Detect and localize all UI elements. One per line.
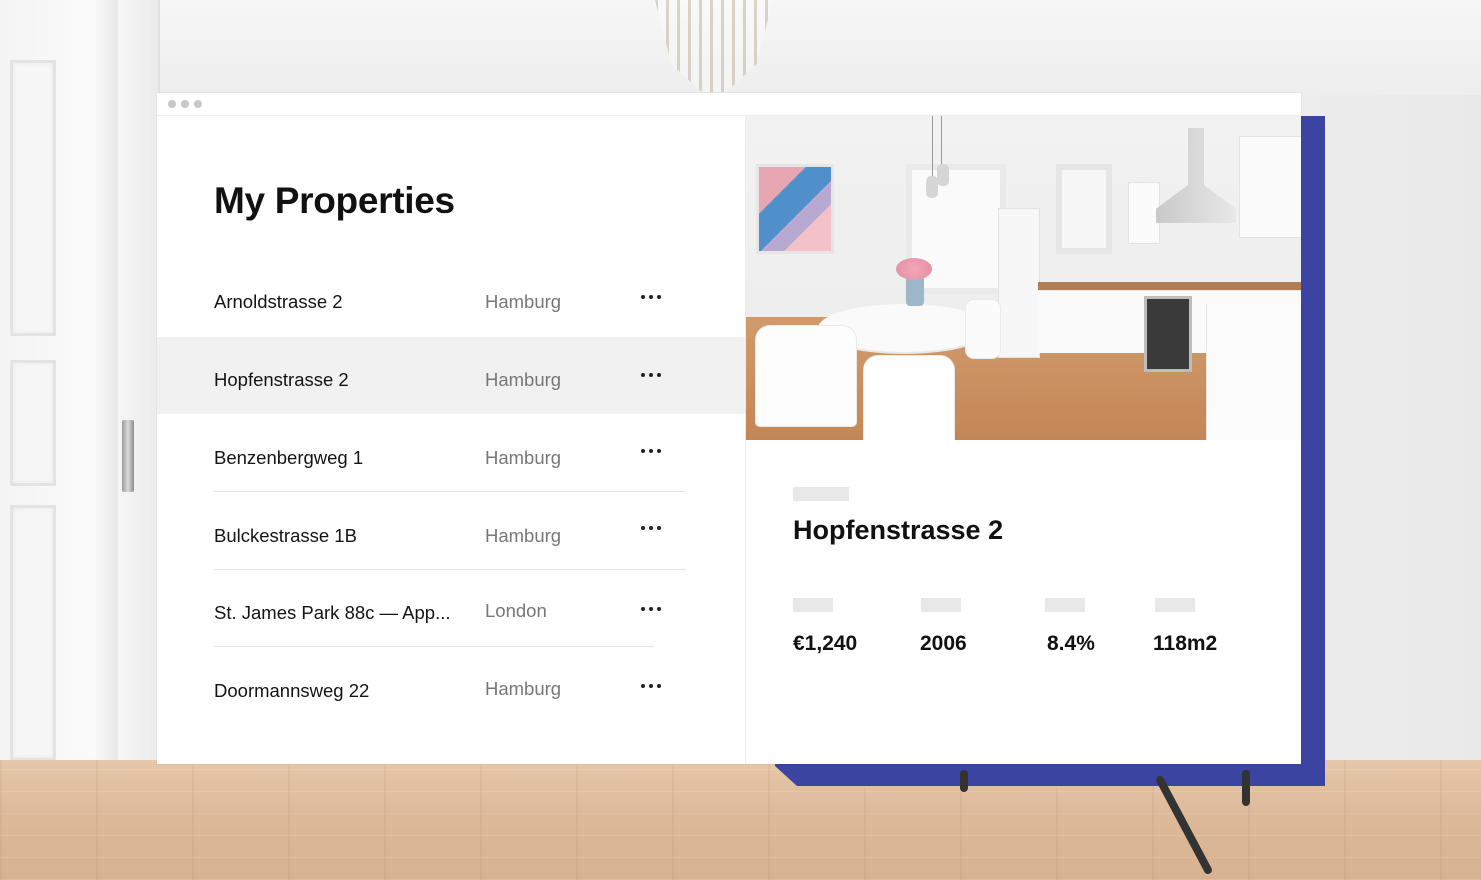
easel-leg bbox=[1242, 770, 1250, 806]
photo-cabinet bbox=[1128, 182, 1160, 244]
property-photo bbox=[746, 116, 1301, 440]
photo-cabinet bbox=[1206, 304, 1301, 440]
property-detail-panel: Hopfenstrasse 2 €1,240 2006 8.4% 118m2 bbox=[746, 116, 1301, 764]
property-row[interactable]: Bulckestrasse 1B Hamburg bbox=[157, 492, 745, 569]
easel-leg bbox=[960, 770, 968, 792]
window-dot-icon[interactable] bbox=[168, 100, 176, 108]
photo-chair bbox=[966, 300, 1000, 358]
page-title: My Properties bbox=[214, 180, 455, 221]
property-city: Hamburg bbox=[485, 291, 562, 312]
more-options-icon[interactable] bbox=[641, 681, 661, 691]
properties-list-panel: My Properties Arnoldstrasse 2 Hamburg Ho… bbox=[157, 116, 746, 764]
photo-range-hood bbox=[1156, 128, 1236, 223]
property-name: Arnoldstrasse 2 bbox=[214, 291, 343, 312]
more-options-icon[interactable] bbox=[641, 523, 661, 533]
property-row[interactable]: Arnoldstrasse 2 Hamburg bbox=[157, 263, 745, 340]
photo-oven bbox=[1144, 296, 1192, 372]
photo-cabinet bbox=[1239, 136, 1301, 238]
property-name: St. James Park 88c — App... bbox=[214, 602, 451, 623]
app-window: My Properties Arnoldstrasse 2 Hamburg Ho… bbox=[157, 93, 1301, 764]
property-row[interactable]: Doormannsweg 22 Hamburg bbox=[157, 647, 745, 724]
placeholder-label bbox=[921, 598, 961, 612]
stat-area-value: 118m2 bbox=[1153, 632, 1218, 655]
property-city: Hamburg bbox=[485, 447, 562, 468]
property-title: Hopfenstrasse 2 bbox=[793, 515, 1004, 545]
property-city: Hamburg bbox=[485, 678, 562, 699]
more-options-icon[interactable] bbox=[641, 604, 661, 614]
stat-rent-value: €1,240 bbox=[793, 632, 858, 655]
property-name: Hopfenstrasse 2 bbox=[214, 369, 349, 390]
property-row[interactable]: Benzenbergweg 1 Hamburg bbox=[157, 415, 745, 492]
photo-painting bbox=[756, 164, 834, 254]
placeholder-label bbox=[793, 487, 849, 501]
more-options-icon[interactable] bbox=[641, 370, 661, 380]
property-row-selected[interactable]: Hopfenstrasse 2 Hamburg bbox=[157, 337, 745, 414]
more-options-icon[interactable] bbox=[641, 446, 661, 456]
more-options-icon[interactable] bbox=[641, 292, 661, 302]
photo-vase bbox=[906, 276, 924, 306]
photo-window bbox=[1056, 164, 1112, 254]
property-name: Doormannsweg 22 bbox=[214, 680, 370, 701]
door-panel bbox=[10, 60, 56, 336]
placeholder-label bbox=[793, 598, 833, 612]
door-frame bbox=[96, 0, 118, 775]
property-row[interactable]: St. James Park 88c — App... London bbox=[157, 570, 745, 647]
window-dot-icon[interactable] bbox=[194, 100, 202, 108]
stat-year-value: 2006 bbox=[920, 632, 967, 655]
background-ceiling bbox=[130, 0, 1481, 95]
property-city: Hamburg bbox=[485, 369, 562, 390]
door-panel bbox=[10, 505, 56, 761]
window-titlebar bbox=[157, 93, 1301, 116]
photo-chair bbox=[756, 326, 856, 426]
property-name: Bulckestrasse 1B bbox=[214, 525, 357, 546]
property-name: Benzenbergweg 1 bbox=[214, 447, 364, 468]
background-door bbox=[0, 0, 160, 780]
photo-fridge bbox=[998, 208, 1040, 358]
placeholder-label bbox=[1045, 598, 1085, 612]
door-panel bbox=[10, 360, 56, 486]
photo-flowers bbox=[896, 258, 932, 280]
door-handle bbox=[122, 420, 134, 492]
photo-lamp bbox=[937, 164, 949, 186]
window-dot-icon[interactable] bbox=[181, 100, 189, 108]
photo-chair bbox=[864, 356, 954, 440]
property-city: Hamburg bbox=[485, 525, 562, 546]
property-city: London bbox=[485, 600, 547, 621]
placeholder-label bbox=[1155, 598, 1195, 612]
photo-countertop bbox=[1038, 282, 1301, 290]
stat-yield-value: 8.4% bbox=[1047, 632, 1095, 655]
photo-lamp-cord bbox=[941, 116, 942, 171]
